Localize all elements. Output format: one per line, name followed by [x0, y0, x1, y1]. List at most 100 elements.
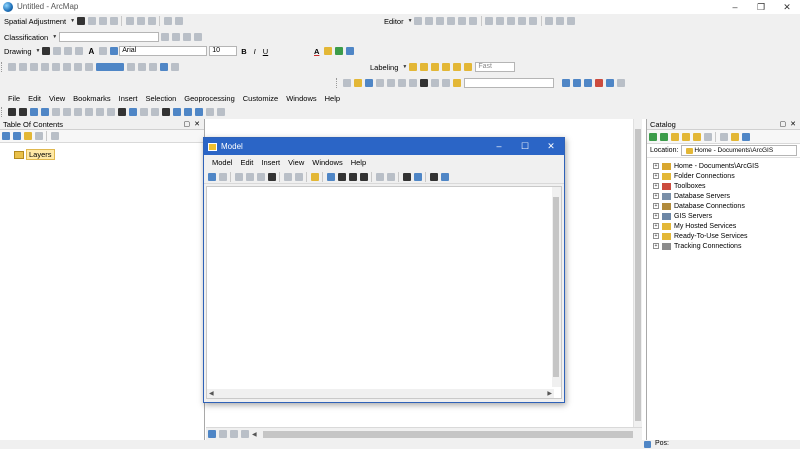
expand-icon[interactable]: +	[653, 213, 659, 219]
expand-icon[interactable]: +	[653, 173, 659, 179]
zoom-in-icon[interactable]	[7, 108, 16, 116]
spatial-adjustment-menu[interactable]: Spatial Adjustment	[0, 17, 69, 26]
classification-menu[interactable]: Classification	[0, 33, 51, 42]
pause-labeling-icon[interactable]	[452, 63, 461, 71]
refresh-view-icon[interactable]	[229, 430, 238, 438]
hyperlink-icon[interactable]	[139, 108, 148, 116]
open-icon[interactable]	[353, 79, 362, 87]
model-menu-view[interactable]: View	[284, 158, 308, 167]
new-displacement-link-icon[interactable]	[87, 17, 96, 25]
find-icon[interactable]	[172, 108, 181, 116]
link-table-icon[interactable]	[125, 17, 134, 25]
home-icon[interactable]	[681, 132, 690, 141]
fixed-zoom-out-icon[interactable]	[51, 63, 60, 71]
line-color-icon[interactable]	[334, 47, 343, 55]
model-builder-icon[interactable]	[617, 79, 625, 87]
save-model-icon[interactable]	[207, 172, 216, 181]
zoom-whole-page-icon[interactable]	[63, 47, 72, 55]
add-data-icon[interactable]	[452, 79, 461, 87]
font-color-button[interactable]: A	[310, 47, 322, 56]
training-sample-icon[interactable]	[160, 33, 169, 41]
scroll-right-arrow-icon[interactable]: ▶	[545, 390, 554, 397]
data-driven-pages-icon[interactable]	[159, 63, 168, 71]
back-extent-icon[interactable]	[73, 108, 82, 116]
menu-edit[interactable]: Edit	[24, 94, 45, 103]
pan-icon[interactable]	[29, 108, 38, 116]
go-to-xy-icon[interactable]	[194, 108, 203, 116]
full-extent-icon[interactable]	[40, 108, 49, 116]
model-menu-model[interactable]: Model	[208, 158, 236, 167]
bold-button[interactable]: B	[237, 47, 249, 56]
select-elements-icon[interactable]	[41, 47, 50, 55]
underline-button[interactable]: U	[259, 47, 271, 56]
list-by-source-icon[interactable]	[12, 132, 21, 140]
preview-window-icon[interactable]	[174, 17, 183, 25]
new-identity-link-icon[interactable]	[136, 17, 145, 25]
model-menu-help[interactable]: Help	[347, 158, 370, 167]
layout-zoom-in-icon[interactable]	[7, 63, 16, 71]
forward-arrow-icon[interactable]	[659, 132, 668, 141]
view-menu-icon[interactable]	[719, 132, 728, 141]
pan-hand-icon[interactable]	[386, 172, 395, 181]
layout-pan-icon[interactable]	[29, 63, 38, 71]
redo-icon[interactable]	[441, 79, 450, 87]
expand-icon[interactable]: +	[653, 193, 659, 199]
text-tool[interactable]: A	[84, 47, 97, 56]
reshape-icon[interactable]	[496, 17, 505, 25]
list-by-selection-icon[interactable]	[34, 132, 43, 140]
menu-geoprocessing[interactable]: Geoprocessing	[180, 94, 238, 103]
toggle-contents-icon[interactable]	[703, 132, 712, 141]
view-unplaced-icon[interactable]	[463, 63, 472, 71]
measure-icon[interactable]	[161, 108, 170, 116]
view-link-table-icon[interactable]	[163, 17, 172, 25]
zoom-icon[interactable]	[375, 172, 384, 181]
model-vertical-scroll-thumb[interactable]	[553, 197, 559, 377]
catalog-item-tracking-connections[interactable]: + Tracking Connections	[647, 241, 800, 251]
classify-icon[interactable]	[193, 33, 202, 41]
expand-icon[interactable]: +	[653, 163, 659, 169]
add-data-or-tool-icon[interactable]	[310, 172, 319, 181]
fixed-zoom-in-model-icon[interactable]	[348, 172, 357, 181]
select-elements-map-icon[interactable]	[117, 108, 126, 116]
cut-icon[interactable]	[234, 172, 243, 181]
copy-icon[interactable]	[397, 79, 406, 87]
font-size-combo[interactable]: 10	[209, 46, 238, 56]
validate-checkmark-icon[interactable]	[429, 172, 438, 181]
rectangle-tool-icon[interactable]	[74, 47, 83, 55]
sketch-properties-icon[interactable]	[556, 17, 565, 25]
catalog-options-icon[interactable]	[741, 132, 750, 141]
straight-segment-icon[interactable]	[436, 17, 445, 25]
toc-close-icon[interactable]: ✕	[194, 120, 200, 128]
expand-icon[interactable]: +	[653, 203, 659, 209]
zoom-whole-page-layout-icon[interactable]	[62, 63, 71, 71]
back-arrow-icon[interactable]	[648, 132, 657, 141]
save-icon[interactable]	[364, 79, 373, 87]
time-slider-icon[interactable]	[205, 108, 214, 116]
layout-zoom-out-icon[interactable]	[18, 63, 27, 71]
new-document-icon[interactable]	[342, 79, 351, 87]
location-combo[interactable]: Home - Documents\ArcGIS	[681, 145, 798, 156]
catalog-item-database-servers[interactable]: + Database Servers	[647, 191, 800, 201]
fixed-zoom-out-model-icon[interactable]	[359, 172, 368, 181]
full-extent-model-icon[interactable]	[337, 172, 346, 181]
edit-vertices-icon[interactable]	[485, 17, 494, 25]
html-popup-icon[interactable]	[150, 108, 159, 116]
drawing-menu[interactable]: Drawing	[0, 47, 35, 56]
point-icon[interactable]	[469, 17, 478, 25]
restore-button[interactable]: ❐	[748, 0, 774, 14]
list-by-visibility-icon[interactable]	[23, 132, 32, 140]
model-menu-insert[interactable]: Insert	[257, 158, 284, 167]
create-signature-icon[interactable]	[182, 33, 191, 41]
end-point-arc-icon[interactable]	[447, 17, 456, 25]
expand-icon[interactable]: +	[653, 223, 659, 229]
map-vertical-scroll-thumb[interactable]	[635, 129, 641, 421]
scroll-left-arrow-icon[interactable]: ◀	[250, 431, 259, 438]
scroll-left-arrow-icon[interactable]: ◀	[207, 390, 216, 397]
change-layout-icon[interactable]	[148, 63, 157, 71]
rotate-icon[interactable]	[529, 17, 538, 25]
limited-adjustment-icon[interactable]	[147, 17, 156, 25]
menu-help[interactable]: Help	[321, 94, 344, 103]
map-vertical-scrollbar[interactable]	[633, 119, 642, 427]
label-manager-icon[interactable]	[408, 63, 417, 71]
model-minimize-button[interactable]: –	[486, 141, 512, 152]
